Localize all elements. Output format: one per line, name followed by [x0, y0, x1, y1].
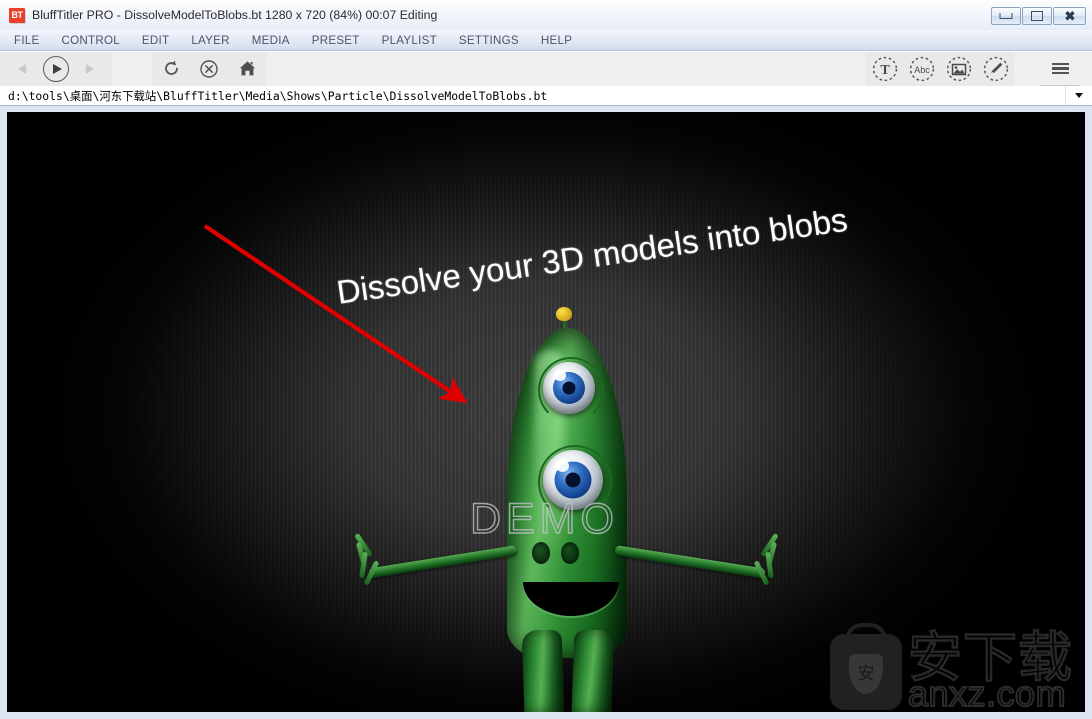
play-icon [43, 55, 69, 82]
refresh-icon [164, 60, 178, 75]
close-button[interactable]: ✖ [1053, 7, 1086, 25]
title-bar: BT BluffTitler PRO - DissolveModelToBlob… [0, 0, 1092, 30]
add-picture-layer-icon [946, 56, 971, 81]
viewport-frame: Dissolve your 3D models into blobs DEMO … [0, 106, 1092, 719]
shield-icon: 安 [849, 654, 883, 694]
eye-glint [554, 370, 566, 381]
alien-right-leg [571, 630, 615, 712]
home-button[interactable] [229, 52, 265, 86]
previous-arrow-icon [18, 63, 26, 74]
watermark-bag-icon: 安 [830, 623, 902, 710]
svg-text:T: T [880, 63, 890, 78]
layer-tools-panel: T Abc [866, 51, 1014, 86]
next-arrow-icon [86, 63, 94, 74]
alien-upper-eye [543, 362, 595, 414]
add-text-layer-icon: T [872, 56, 897, 81]
file-path-bar[interactable]: d:\tools\桌面\河东下载站\BluffTitler\Media\Show… [0, 86, 1092, 106]
file-path-input[interactable]: d:\tools\桌面\河东下载站\BluffTitler\Media\Show… [0, 88, 1065, 104]
menu-item-playlist[interactable]: PLAYLIST [382, 34, 437, 47]
add-font-layer-icon: Abc [909, 56, 934, 81]
menu-item-control[interactable]: CONTROL [61, 34, 119, 47]
home-icon [239, 61, 255, 76]
previous-button[interactable] [7, 52, 37, 86]
blufftitler-window: BT BluffTitler PRO - DissolveModelToBlob… [0, 0, 1092, 719]
alien-left-arm [368, 545, 518, 579]
menu-item-media[interactable]: MEDIA [252, 34, 290, 47]
toolbar-spacer-4 [1080, 51, 1092, 86]
svg-text:Abc: Abc [914, 65, 930, 75]
watermark-en-text: anxz.com [907, 672, 1067, 712]
menu-item-layer[interactable]: LAYER [191, 34, 229, 47]
transport-panel [0, 51, 112, 86]
menu-bar: FILE CONTROL EDIT LAYER MEDIA PRESET PLA… [0, 30, 1092, 51]
pupil [562, 381, 576, 395]
alien-right-arm [614, 545, 766, 579]
stop-button[interactable] [191, 52, 227, 86]
main-menu-button[interactable] [1040, 52, 1080, 86]
menu-item-help[interactable]: HELP [541, 34, 572, 47]
menu-item-edit[interactable]: EDIT [142, 34, 169, 47]
minimize-button[interactable] [991, 7, 1021, 25]
alien-nostril-right [561, 542, 579, 564]
bag-handle [845, 623, 887, 649]
pupil [565, 472, 581, 488]
app-icon: BT [9, 7, 25, 23]
chevron-down-icon [1075, 93, 1083, 98]
menu-item-preset[interactable]: PRESET [312, 34, 360, 47]
add-text-layer-button[interactable]: T [867, 52, 903, 86]
main-toolbar: T Abc [0, 51, 1092, 86]
menu-item-settings[interactable]: SETTINGS [459, 34, 519, 47]
next-button[interactable] [75, 52, 105, 86]
add-effect-layer-icon [983, 56, 1008, 81]
window-title: BluffTitler PRO - DissolveModelToBlobs.b… [32, 8, 438, 22]
demo-watermark: DEMO [469, 494, 619, 543]
watermark-text: 安下载 anxz.com [907, 629, 1073, 712]
play-button[interactable] [37, 52, 75, 86]
add-font-layer-button[interactable]: Abc [904, 52, 940, 86]
site-watermark: 安 安下载 anxz.com [830, 623, 1073, 712]
toolbar-spacer-1 [112, 51, 152, 86]
add-effect-layer-button[interactable] [978, 52, 1014, 86]
restore-button[interactable] [1022, 7, 1052, 25]
eye-glint [556, 459, 570, 472]
refresh-button[interactable] [153, 52, 189, 86]
shield-glyph: 安 [857, 663, 875, 684]
toolbar-spacer-3 [1014, 51, 1040, 86]
app-icon-label: BT [11, 9, 24, 20]
window-controls: ✖ [991, 7, 1086, 25]
stop-circle-icon [200, 59, 218, 78]
toolbar-spacer-2 [266, 51, 866, 86]
alien-left-leg [521, 630, 565, 712]
path-dropdown-button[interactable] [1065, 86, 1092, 105]
menu-item-file[interactable]: FILE [14, 34, 39, 47]
add-picture-layer-button[interactable] [941, 52, 977, 86]
hamburger-menu-icon [1051, 60, 1069, 76]
antenna-tip-icon [556, 307, 572, 321]
alien-nostril-left [532, 542, 550, 564]
render-viewport[interactable]: Dissolve your 3D models into blobs DEMO … [7, 112, 1085, 712]
playback-panel [152, 51, 266, 86]
